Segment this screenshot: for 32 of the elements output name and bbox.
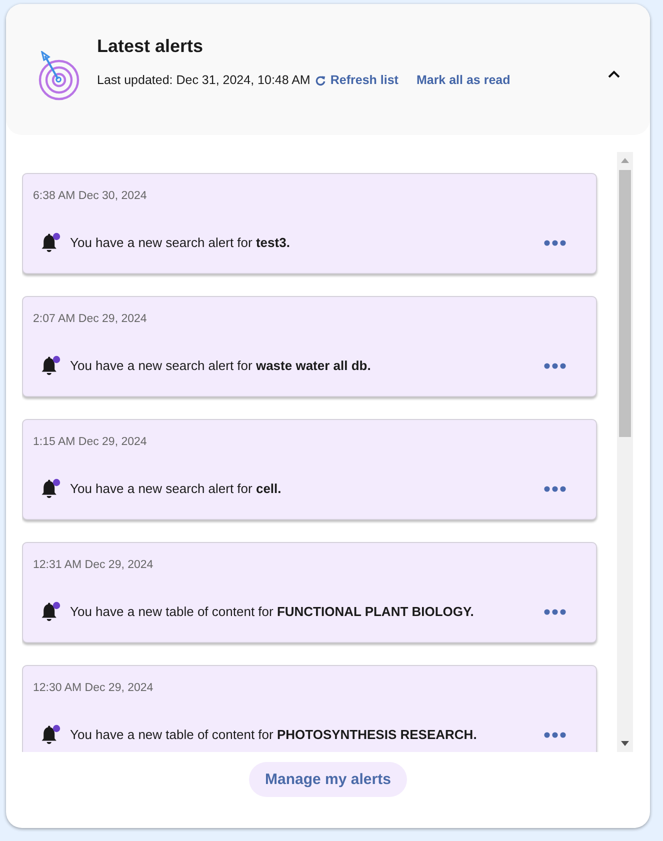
manage-alerts-button[interactable]: Manage my alerts (249, 762, 407, 797)
alert-timestamp: 1:15 AM Dec 29, 2024 (33, 435, 148, 450)
last-updated-text: Last updated: Dec 31, 2024, 10:48 AM (97, 72, 310, 88)
ellipsis-icon (544, 240, 566, 246)
collapse-button[interactable] (606, 68, 622, 80)
more-options-button[interactable] (544, 606, 566, 616)
more-options-button[interactable] (544, 484, 566, 494)
alert-message: You have a new table of content for FUNCTIONAL PLANT BIOLOGY. (70, 602, 474, 620)
scrollbar-track[interactable] (617, 152, 633, 752)
mark-all-read-link[interactable]: Mark all as read (416, 72, 510, 88)
panel-title: Latest alerts (97, 35, 204, 58)
refresh-icon (315, 74, 326, 86)
alert-message: You have a new search alert for waste water all db. (70, 356, 371, 374)
scroll-down-icon[interactable] (621, 741, 629, 746)
more-options-button[interactable] (544, 238, 566, 248)
ellipsis-icon (544, 362, 566, 368)
chevron-icon (608, 70, 620, 78)
scrollbar-thumb[interactable] (619, 170, 631, 437)
target-icon (38, 51, 80, 101)
ellipsis-icon (544, 486, 566, 492)
alert-timestamp: 12:30 AM Dec 29, 2024 (33, 681, 154, 696)
more-options-button[interactable] (544, 360, 566, 370)
alert-timestamp: 2:07 AM Dec 29, 2024 (33, 312, 148, 327)
more-options-button[interactable] (544, 730, 566, 740)
alert-message: You have a new search alert for test3. (70, 234, 290, 252)
alert-message: You have a new table of content for PHOTOSYNTHESIS RESEARCH. (70, 726, 477, 744)
ellipsis-icon (544, 608, 566, 614)
alert-timestamp: 12:31 AM Dec 29, 2024 (33, 558, 154, 573)
refresh-list-link[interactable]: Refresh list (315, 72, 398, 88)
alert-message: You have a new search alert for cell. (70, 480, 282, 498)
alert-timestamp: 6:38 AM Dec 30, 2024 (33, 189, 148, 204)
ellipsis-icon (544, 732, 566, 738)
